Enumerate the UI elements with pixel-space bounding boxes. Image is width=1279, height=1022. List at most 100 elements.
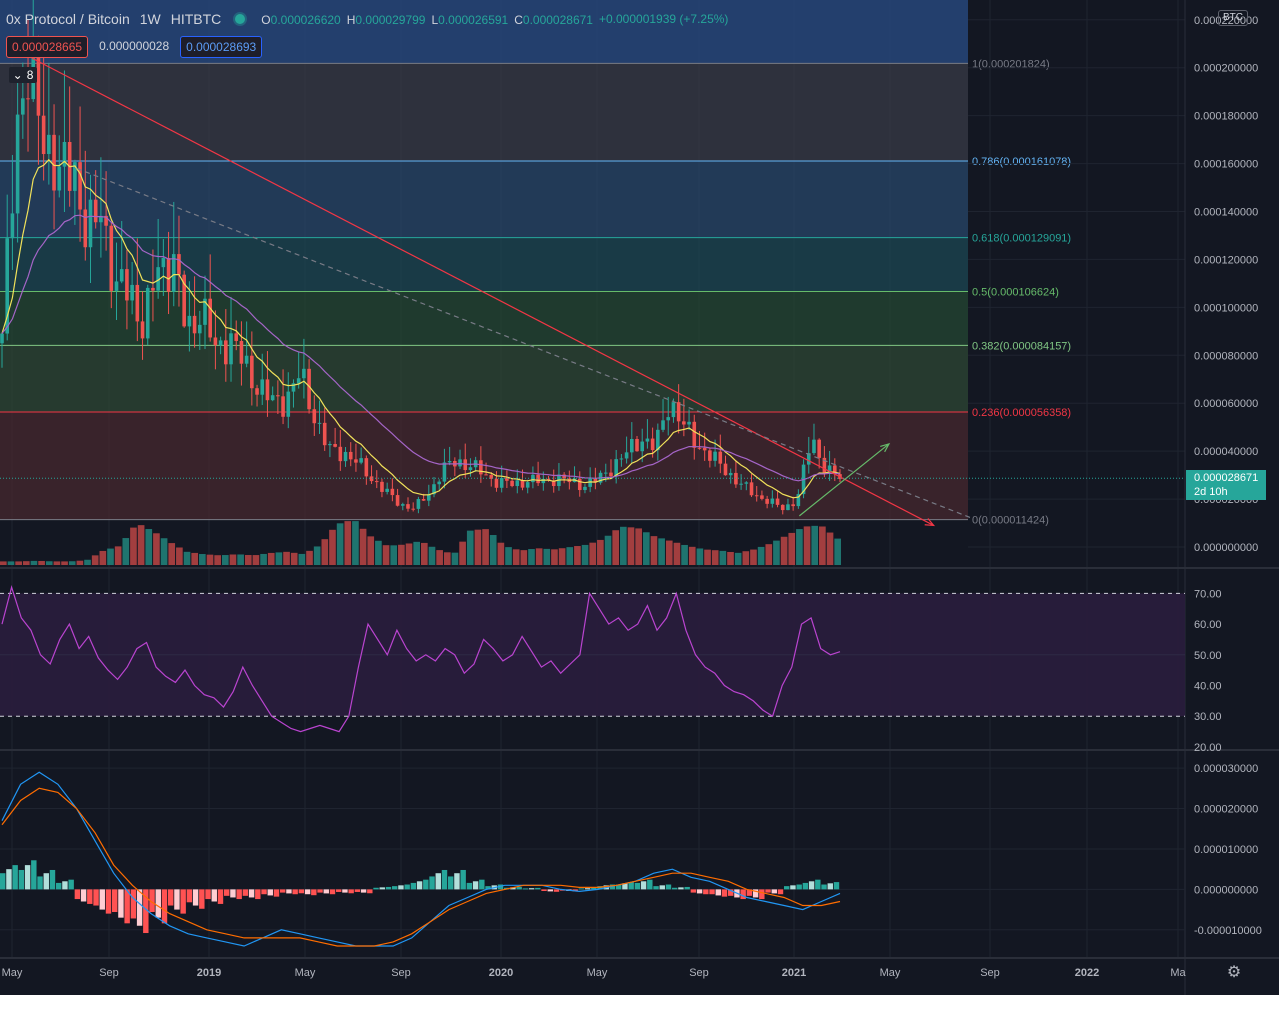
macd-histogram-bar [360,889,367,893]
chart-window[interactable]: 1(0.000201824) 0.786(0.000161078) 0.618(0.… [0,0,1279,995]
volume-bar [290,552,298,565]
macd-histogram-bar [205,889,211,900]
time-axis-tick: 2019 [197,967,221,979]
volume-bar [206,554,214,565]
fib-zone [0,237,968,292]
volume-bar [160,538,168,565]
candle-body [93,199,98,223]
rsi-axis-tick: 60.00 [1194,619,1222,631]
macd-histogram-bar [304,889,311,895]
macd-histogram-bar [634,882,641,890]
macd-histogram-bar [18,869,25,890]
candle-body [577,478,582,491]
macd-histogram-bar [80,889,87,902]
candle-body [177,254,181,275]
candle-body [328,444,332,446]
candle-body [494,478,499,488]
macd-histogram-bar [802,882,809,890]
macd-histogram-bar [410,882,417,890]
macd-histogram-bar [435,873,441,890]
drawings-group-badge[interactable]: ⌄ 8 [9,67,37,83]
candle-body [588,478,592,487]
macd-histogram-bar [790,885,796,890]
gear-icon[interactable]: ⚙ [1224,963,1244,983]
macd-histogram-bar [348,889,354,894]
candle-body [312,409,317,424]
volume-bar [474,529,482,565]
candle-body [650,438,655,451]
candle-body [364,458,369,477]
volume-bar [459,541,466,565]
volume-bar [122,538,130,565]
volume-bar [260,553,267,565]
macd-histogram-bar [280,889,286,893]
macd-histogram-bar [429,876,435,890]
macd-histogram-bar [168,889,174,906]
candle-body [395,495,400,506]
candle-body [41,115,46,155]
volume-bar [68,561,76,565]
volume-bar [528,549,535,565]
volume-bar [375,540,382,565]
macd-histogram-bar [74,889,81,900]
chart-canvas[interactable]: 1(0.000201824) 0.786(0.000161078) 0.618(0.… [0,0,1279,995]
macd-histogram-bar [367,889,373,894]
macd-histogram-bar [217,889,224,904]
volume-bar [283,551,290,565]
candle-body [161,258,166,268]
symbol-name[interactable]: 0x Protocol / Bitcoin [6,11,130,27]
candle-body [765,498,769,504]
macd-axis-tick: 0.000000000 [1194,884,1258,896]
macd-histogram-bar [584,888,591,890]
volume-bar [589,542,597,565]
candle-body [125,269,129,301]
candle-body [140,321,145,339]
sell-price-button[interactable]: 0.000028665 [6,36,89,58]
candle-body [171,254,176,292]
interval-label[interactable]: 1W [140,11,161,27]
macd-histogram-bar [342,889,348,893]
volume-bar [329,529,336,565]
macd-histogram-bar [43,873,49,890]
exchange-label: HITBTC [170,11,222,27]
candle-body [119,269,124,282]
buy-price-button[interactable]: 0.000028693 [180,36,263,58]
candle-body [619,458,624,460]
candle-body [645,438,650,442]
candle-body [15,114,20,214]
volume-bar [321,539,329,565]
macd-histogram-bar [404,884,410,890]
volume-bar [742,551,750,565]
volume-bar [344,521,352,565]
candle-body [661,420,665,430]
candle-body [197,324,202,334]
candle-body [333,444,337,447]
candle-body [754,495,759,497]
volume-bar [99,550,107,565]
axis-currency-badge[interactable]: BTC [1218,10,1248,26]
macd-histogram-bar [6,869,12,890]
volume-bar [275,552,283,565]
candle-body [208,298,212,338]
candle-body [83,209,88,248]
fib-zone [0,345,968,412]
fib-level-label: 1(0.000201824) [972,58,1050,70]
volume-bar [551,549,558,565]
macd-histogram-bar [535,887,541,890]
candle-body [265,379,270,401]
volume-bar [566,547,574,565]
macd-histogram-bar [379,887,385,890]
fib-zone [0,291,968,346]
volume-bar [757,546,765,565]
fib-level-label: 0(0.000011424) [972,515,1049,527]
volume-bar [612,530,620,565]
volume-bar [734,552,742,565]
macd-histogram-bar [796,884,802,890]
ohlc-low: L0.000026591 [431,13,509,27]
candle-body [260,379,265,395]
candle-body [702,447,707,451]
volume-bar [76,560,84,565]
candle-body [239,340,244,364]
candle-body [458,459,462,467]
volume-bar [382,545,390,565]
